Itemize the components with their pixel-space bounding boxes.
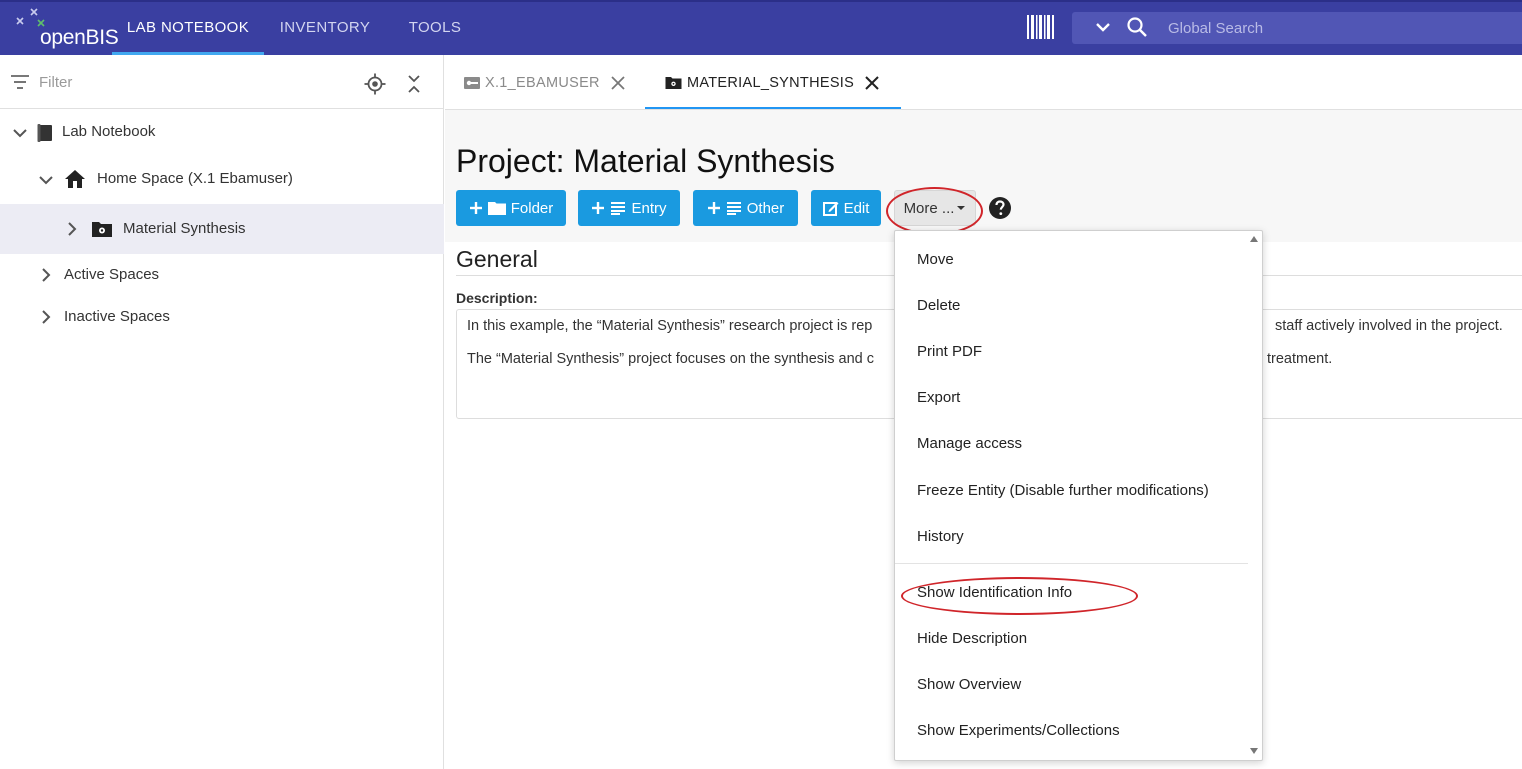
button-label: Edit [843,199,870,217]
tree-item-label: Active Spaces [64,266,160,283]
add-folder-button[interactable]: Folder [456,190,566,226]
menu-item-export[interactable]: Export [917,389,960,406]
collapse-all-icon[interactable] [406,74,422,94]
tree-item-label: Inactive Spaces [64,308,170,325]
filter-icon [11,75,29,89]
folder-icon [487,202,506,215]
sidebar-filter-input[interactable] [36,69,336,95]
tree-item-home-space[interactable]: Home Space (X.1 Ebamuser) [0,155,444,203]
tab-active-indicator [645,107,901,109]
space-key-icon [464,76,480,89]
plus-icon [707,202,720,214]
tab-label: X.1_EBAMUSER [485,74,600,91]
tab-label: MATERIAL_SYNTHESIS [687,74,855,91]
tab-bar: X.1_EBAMUSER MATERIAL_SYNTHESIS [445,55,1522,110]
nav-tab-inventory[interactable]: INVENTORY [268,0,382,55]
menu-item-show-overview[interactable]: Show Overview [917,676,1021,693]
chevron-down-icon[interactable] [1094,18,1112,36]
chevron-right-icon[interactable] [38,267,54,283]
notebook-icon [37,124,52,142]
project-icon [665,76,682,89]
annotation-ellipse-more [886,187,983,235]
edit-icon [822,202,839,216]
chevron-down-icon[interactable] [38,172,54,188]
description-paragraph-2-end: treatment. [1267,351,1333,367]
menu-item-delete[interactable]: Delete [917,297,960,314]
button-label: Other [746,199,785,217]
section-title: General [456,246,538,272]
chevron-right-icon[interactable] [38,309,54,325]
nav-tab-tools[interactable]: TOOLS [396,0,474,55]
add-other-button[interactable]: Other [693,190,798,226]
close-icon[interactable] [864,75,880,91]
chevron-down-icon[interactable] [12,125,28,141]
menu-item-hide-description[interactable]: Hide Description [917,630,1027,647]
tree-item-active-spaces[interactable]: Active Spaces [0,252,444,300]
edit-button[interactable]: Edit [811,190,881,226]
menu-item-freeze-entity[interactable]: Freeze Entity (Disable further modificat… [917,482,1209,499]
lines-icon [611,202,626,215]
annotation-ellipse-identification [901,577,1138,615]
nav-tab-lab-notebook[interactable]: LAB NOTEBOOK [112,0,264,55]
plus-icon [469,202,482,214]
menu-item-show-experiments-collections[interactable]: Show Experiments/Collections [917,722,1120,739]
description-paragraph-1-end: staff actively involved in the project. [1275,318,1503,334]
button-label: Folder [510,199,554,217]
project-folder-icon [92,222,112,237]
description-paragraph-2-start: The “Material Synthesis” project focuses… [467,351,874,367]
openbis-logo[interactable]: openBIS [14,8,119,49]
tab-material-synthesis[interactable]: MATERIAL_SYNTHESIS [665,55,880,110]
more-dropdown-menu: Move Delete Print PDF Export Manage acce… [894,230,1263,761]
search-icon[interactable] [1126,16,1148,38]
sidebar: Lab Notebook Home Space (X.1 Ebamuser) M… [0,55,444,769]
button-label: Entry [631,199,667,217]
home-icon [65,170,85,188]
menu-item-move[interactable]: Move [917,251,954,268]
tree-item-label: Lab Notebook [62,123,156,140]
tree-item-material-synthesis[interactable]: Material Synthesis [0,204,444,254]
menu-separator [895,563,1248,564]
global-search-input[interactable] [1160,14,1500,42]
top-app-bar: openBIS LAB NOTEBOOK INVENTORY TOOLS [0,0,1522,55]
menu-item-manage-access[interactable]: Manage access [917,435,1022,452]
lines-icon [726,202,741,215]
menu-item-history[interactable]: History [917,528,964,545]
locate-icon[interactable] [364,73,386,95]
plus-icon [592,202,605,214]
barcode-icon[interactable] [1026,14,1056,40]
add-entry-button[interactable]: Entry [578,190,680,226]
tree-item-label: Material Synthesis [123,220,246,237]
menu-item-print-pdf[interactable]: Print PDF [917,343,982,360]
scroll-up-arrow-icon[interactable] [1249,235,1259,243]
description-label: Description: [456,290,538,306]
tab-x1-ebamuser[interactable]: X.1_EBAMUSER [463,55,626,110]
scroll-down-arrow-icon[interactable] [1249,747,1259,755]
page-title: Project: Material Synthesis [456,143,835,179]
sidebar-filter-row [0,55,444,109]
chevron-right-icon[interactable] [64,221,80,237]
description-paragraph-1-start: In this example, the “Material Synthesis… [467,318,873,334]
tree-item-inactive-spaces[interactable]: Inactive Spaces [0,294,444,342]
tree-item-label: Home Space (X.1 Ebamuser) [97,170,293,187]
logo-text: openBIS [40,26,119,49]
tree-item-lab-notebook[interactable]: Lab Notebook [0,109,444,157]
close-icon[interactable] [610,75,626,91]
help-icon[interactable] [988,196,1012,220]
